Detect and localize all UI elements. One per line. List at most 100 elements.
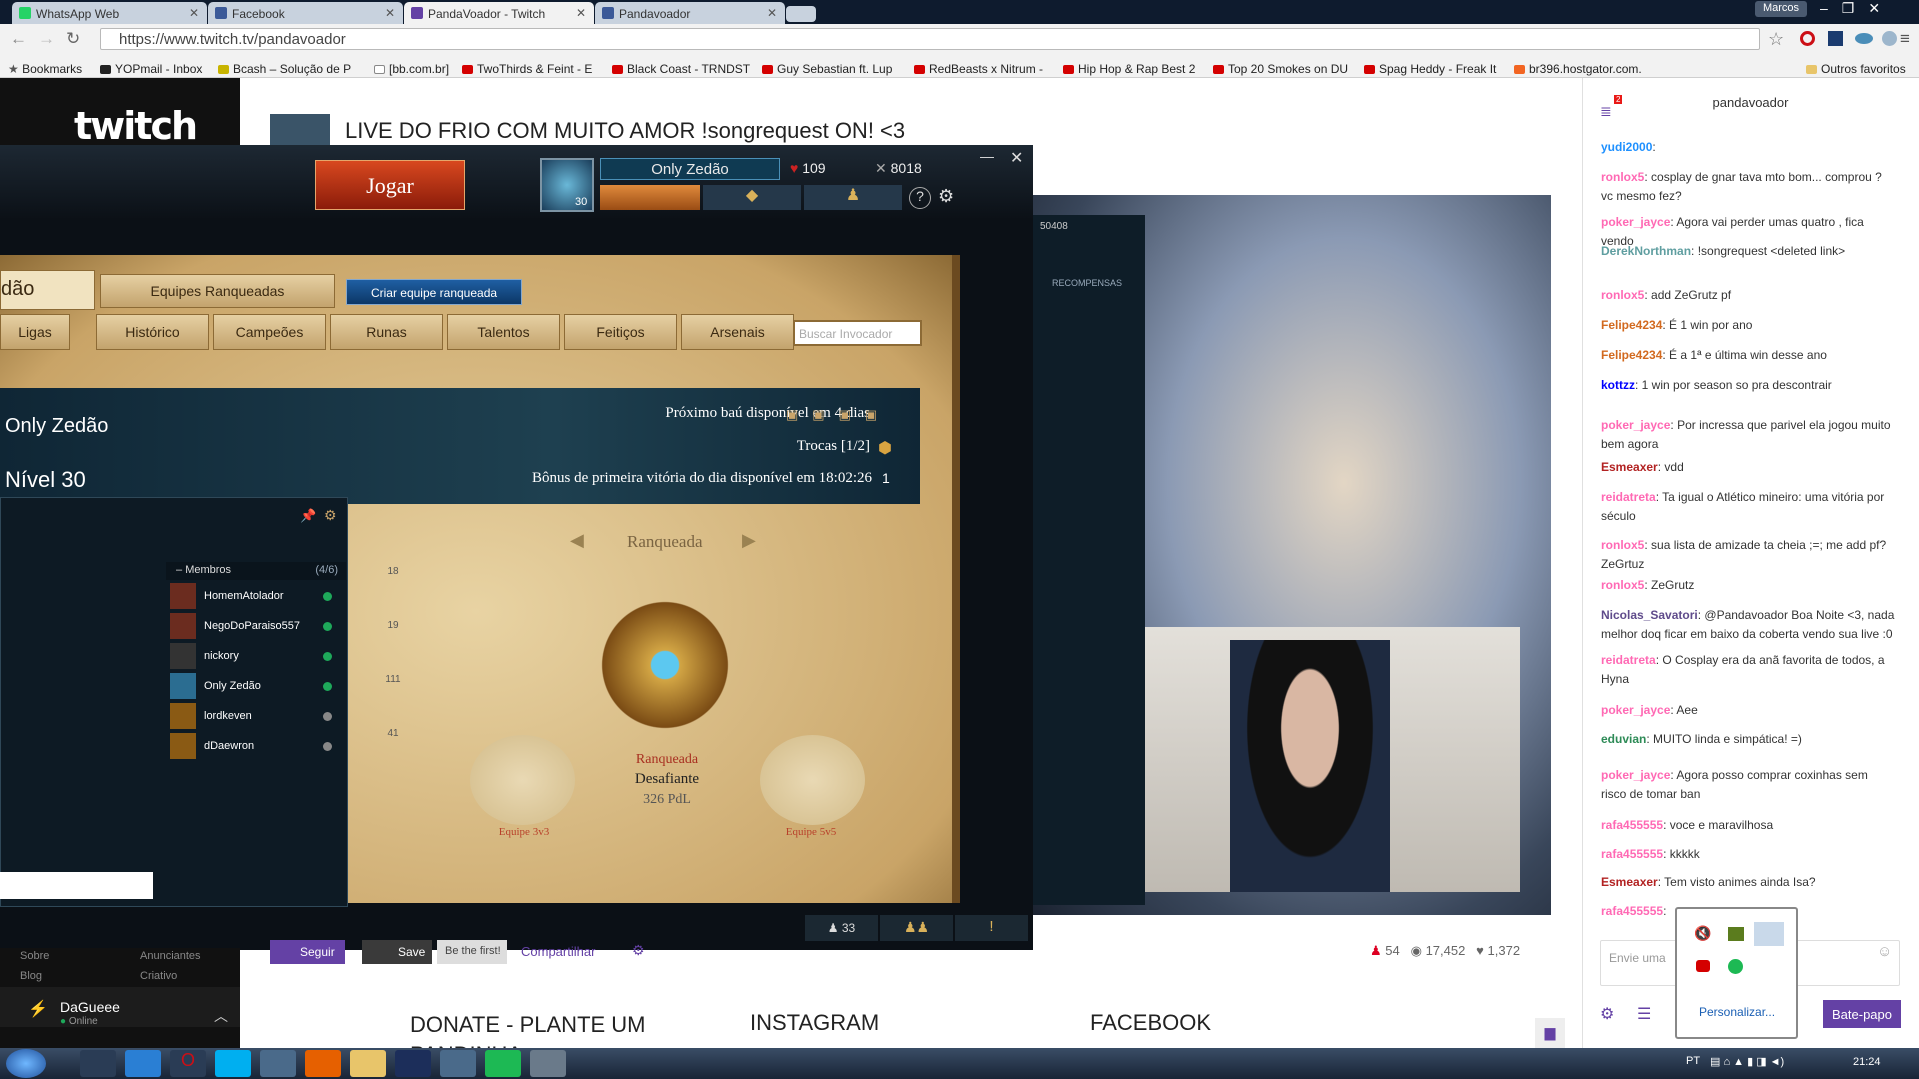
red-app-icon[interactable] xyxy=(1696,960,1710,972)
footer-link-about[interactable]: Sobre xyxy=(20,950,49,962)
create-ranked-team-button[interactable]: Criar equipe ranqueada xyxy=(346,279,522,305)
nvidia-icon[interactable] xyxy=(1728,927,1744,941)
tab-champions[interactable]: Campeões xyxy=(213,314,326,350)
opera-icon[interactable] xyxy=(1800,31,1815,46)
chat-username[interactable]: poker_jayce xyxy=(1601,418,1670,432)
photoshop-icon[interactable] xyxy=(395,1050,431,1077)
tab-masteries[interactable]: Talentos xyxy=(447,314,560,350)
language-indicator[interactable]: PT xyxy=(1686,1055,1700,1067)
extension-icon[interactable] xyxy=(1855,33,1873,44)
chat-username[interactable]: ronlox5 xyxy=(1601,288,1644,302)
tab-whatsapp[interactable]: WhatsApp Web ✕ xyxy=(12,2,207,24)
crafting-icon[interactable]: ◆ xyxy=(703,185,801,210)
tab-ranked-teams[interactable]: Equipes Ranqueadas xyxy=(100,274,335,308)
tab-arsenal[interactable]: Arsenais xyxy=(681,314,794,350)
bookmark-item[interactable]: Bcash – Solução de P xyxy=(218,62,351,76)
bookmark-item[interactable]: Guy Sebastian ft. Lup xyxy=(762,62,892,76)
pen-icon[interactable] xyxy=(1754,922,1784,946)
close-icon[interactable]: ✕ xyxy=(189,6,199,20)
chat-username[interactable]: ronlox5 xyxy=(1601,538,1644,552)
firefox-icon[interactable] xyxy=(305,1050,341,1077)
chat-username[interactable]: ronlox5 xyxy=(1601,170,1644,184)
alert-icon[interactable]: ! xyxy=(955,915,1028,941)
footer-link-blog[interactable]: Blog xyxy=(20,970,42,982)
twitch-logo[interactable]: twitch xyxy=(74,104,198,148)
group-icon[interactable]: ♟♟ xyxy=(880,915,953,941)
friend-chat-input[interactable] xyxy=(0,872,153,899)
chevron-up-icon[interactable]: ︿ xyxy=(214,1006,228,1026)
friend-item[interactable]: NegoDoParaiso557 xyxy=(170,612,342,640)
league-client-icon[interactable] xyxy=(530,1050,566,1077)
friend-item[interactable]: HomemAtolador xyxy=(170,582,342,610)
settings-gear-icon[interactable]: ⚙ xyxy=(938,186,954,207)
summoner-search-input[interactable]: Buscar Invocador xyxy=(793,320,922,346)
tab-history[interactable]: Histórico xyxy=(96,314,209,350)
app-icon[interactable] xyxy=(440,1050,476,1077)
chat-username[interactable]: Esmeaxer xyxy=(1601,460,1658,474)
bookmark-item[interactable]: br396.hostgator.com. xyxy=(1514,62,1642,76)
help-icon[interactable]: ? xyxy=(909,187,931,209)
profile-icon[interactable]: ♟ xyxy=(804,185,902,210)
close-icon[interactable]: ✕ xyxy=(385,6,395,20)
bookmark-folder[interactable]: Outros favoritos xyxy=(1806,62,1906,76)
bookmark-item[interactable]: RedBeasts x Nitrum - xyxy=(914,62,1043,76)
bookmark-item[interactable]: Spag Heddy - Freak It xyxy=(1364,62,1496,76)
settings-gear-icon[interactable]: ⚙ xyxy=(324,507,337,524)
store-button[interactable] xyxy=(600,185,700,210)
close-icon[interactable]: ✕ xyxy=(576,6,586,20)
footer-link-creative[interactable]: Criativo xyxy=(140,970,177,982)
explorer-icon[interactable] xyxy=(350,1050,386,1077)
share-link[interactable]: Compartilhar xyxy=(521,944,595,959)
opera-icon[interactable]: O xyxy=(170,1050,206,1077)
play-button[interactable]: Jogar xyxy=(315,160,465,210)
ie-icon[interactable] xyxy=(125,1050,161,1077)
bookmark-item[interactable]: Top 20 Smokes on DU xyxy=(1213,62,1348,76)
bookmark-item[interactable]: Black Coast - TRNDST xyxy=(612,62,750,76)
close-icon[interactable]: ✕ xyxy=(1010,148,1023,168)
chat-username[interactable]: rafa455555 xyxy=(1601,847,1663,861)
forward-icon[interactable]: → xyxy=(38,29,55,49)
friend-item[interactable]: Only Zedão xyxy=(170,672,342,700)
friends-count-button[interactable]: ♟ 33 xyxy=(805,915,878,941)
pin-icon[interactable]: 📌 xyxy=(300,508,316,524)
next-arrow-icon[interactable]: ▶ xyxy=(742,530,756,551)
chat-username[interactable]: poker_jayce xyxy=(1601,215,1670,229)
window-controls[interactable]: –❐✕ xyxy=(1820,0,1919,18)
tab-pandavoador[interactable]: Pandavoador ✕ xyxy=(595,2,785,24)
tab-twitch[interactable]: PandaVoador - Twitch ✕ xyxy=(404,2,594,24)
spotify-icon[interactable] xyxy=(485,1050,521,1077)
address-bar[interactable]: https://www.twitch.tv/pandavoador xyxy=(100,28,1760,50)
prev-arrow-icon[interactable]: ◀ xyxy=(570,530,584,551)
start-button[interactable] xyxy=(6,1049,46,1078)
follow-button[interactable]: Seguir xyxy=(270,940,345,964)
bookmark-item[interactable]: Hip Hop & Rap Best 2 xyxy=(1063,62,1195,76)
chat-username[interactable]: kottzz xyxy=(1601,378,1635,392)
chat-username[interactable]: rafa455555 xyxy=(1601,818,1663,832)
extension-icon[interactable] xyxy=(1882,31,1897,46)
tab-facebook[interactable]: Facebook ✕ xyxy=(208,2,403,24)
chat-bubble-icon[interactable]: ▆ xyxy=(1535,1018,1565,1048)
rewards-label[interactable]: RECOMPENSAS xyxy=(1052,278,1122,288)
bookmark-item[interactable]: [bb.com.br] xyxy=(374,62,449,76)
tab-leagues[interactable]: Ligas xyxy=(0,314,70,350)
chat-username[interactable]: Felipe4234 xyxy=(1601,318,1662,332)
viewer-list-icon[interactable]: ☰ xyxy=(1637,1004,1651,1024)
chat-username[interactable]: eduvian xyxy=(1601,732,1646,746)
profile-user[interactable]: Marcos xyxy=(1755,1,1807,17)
chat-username[interactable]: ronlox5 xyxy=(1601,578,1644,592)
new-tab-button[interactable] xyxy=(786,6,816,22)
tab-spells[interactable]: Feitiços xyxy=(564,314,677,350)
customize-link[interactable]: Personalizar... xyxy=(1699,1005,1775,1019)
steam-icon[interactable] xyxy=(80,1050,116,1077)
chrome-icon[interactable] xyxy=(260,1050,296,1077)
members-header[interactable]: – Membros (4/6) xyxy=(166,562,346,580)
bookmark-item[interactable]: YOPmail - Inbox xyxy=(100,62,202,76)
chat-username[interactable]: poker_jayce xyxy=(1601,703,1670,717)
volume-mute-icon[interactable]: 🔇 xyxy=(1694,925,1711,942)
bookmark-star-icon[interactable]: ☆ xyxy=(1768,29,1784,50)
tab-runes[interactable]: Runas xyxy=(330,314,443,350)
save-button[interactable]: Save xyxy=(362,940,432,964)
friend-item[interactable]: nickory xyxy=(170,642,342,670)
tab-summoner[interactable]: dão xyxy=(0,270,95,310)
chat-username[interactable]: Esmeaxer xyxy=(1601,875,1658,889)
